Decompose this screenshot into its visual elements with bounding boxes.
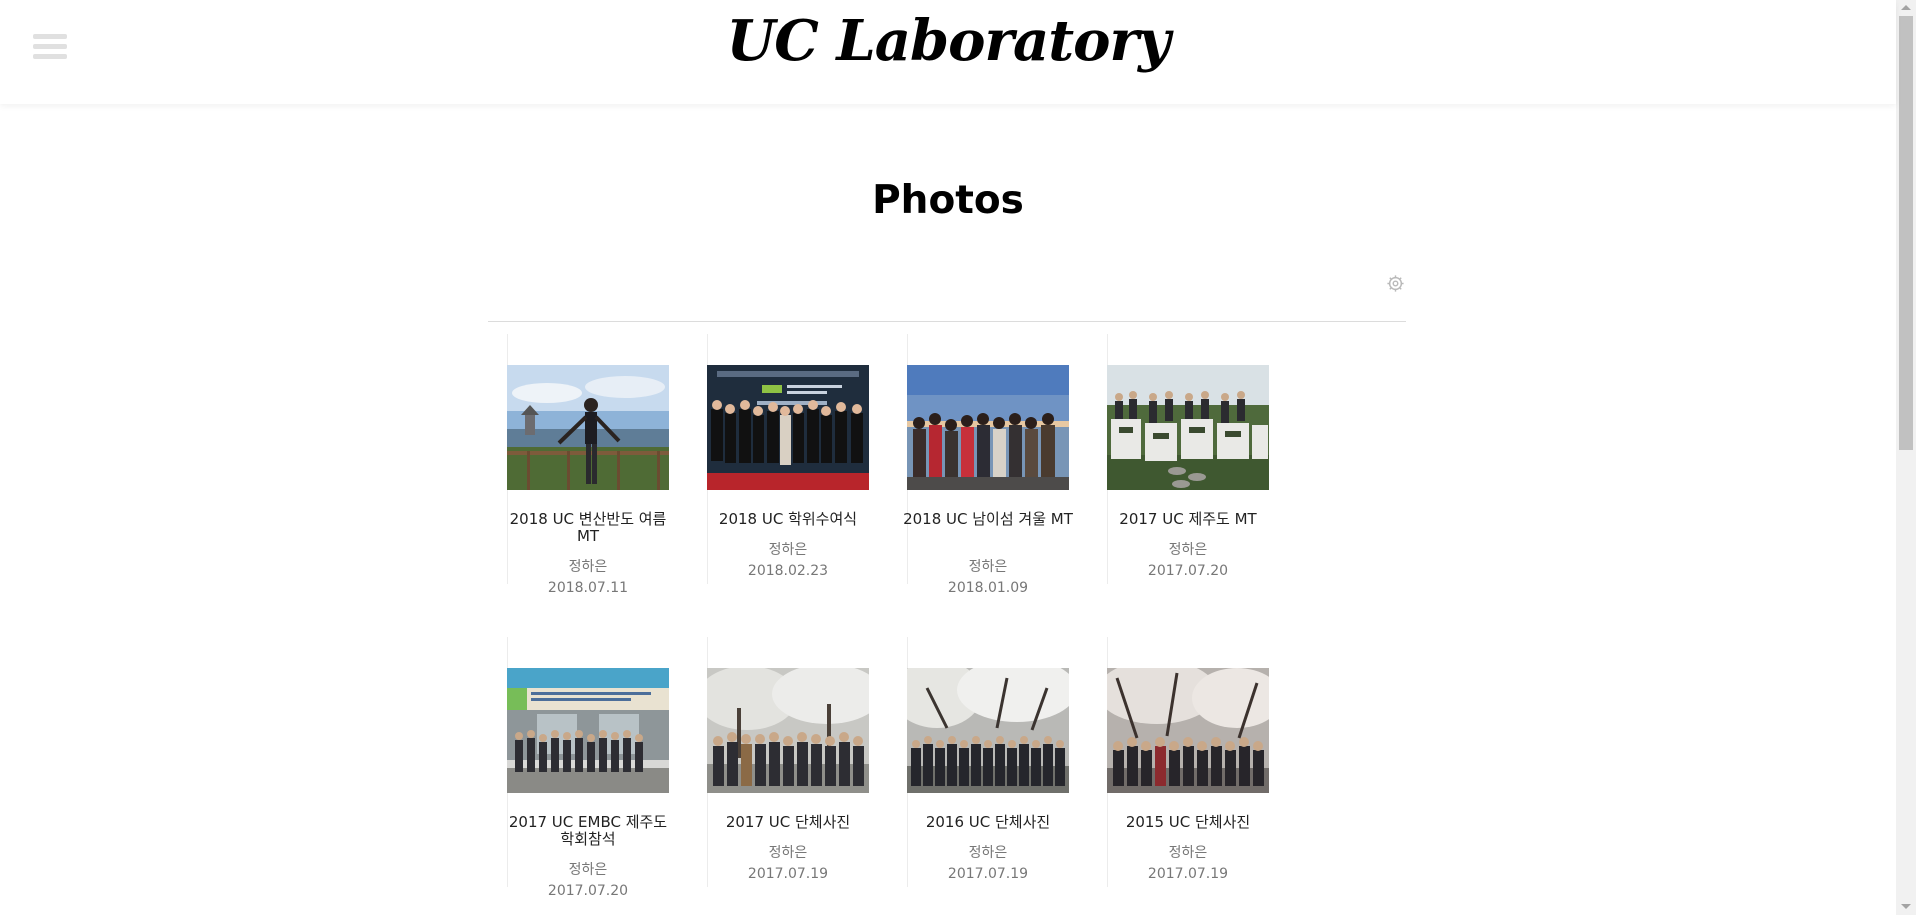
album-card: 2016 UC 단체사진 정하은 2017.07.19 [888,637,1088,917]
content-divider [488,321,1406,322]
site-header: UC Laboratory [0,0,1896,104]
group-by-lake-photo[interactable] [907,365,1069,490]
cherry-blossom-group-photo[interactable] [707,668,869,793]
album-author: 정하은 [968,559,1008,575]
cherry-blossom-group-photo[interactable] [907,668,1069,793]
scrollbar-thumb[interactable] [1899,16,1913,450]
album-date: 2018.07.11 [547,580,629,596]
album-card: 2018 UC 변산반도 여름 MT 정하은 2018.07.11 [488,334,688,614]
album-author: 정하은 [968,845,1008,861]
album-card: 2015 UC 단체사진 정하은 2017.07.19 [1088,637,1288,917]
graduation-group-photo[interactable] [707,365,869,490]
album-date: 2018.01.09 [947,580,1029,596]
gear-icon[interactable] [1386,274,1405,293]
conference-group-photo[interactable] [507,668,669,793]
scroll-down-arrow-icon[interactable] [1901,904,1911,909]
album-date: 2017.07.20 [547,883,629,899]
album-card: 2017 UC 제주도 MT 정하은 2017.07.20 [1088,334,1288,614]
album-card: 2017 UC 단체사진 정하은 2017.07.19 [688,637,888,917]
album-date: 2017.07.19 [1147,866,1229,882]
album-author: 정하은 [768,542,808,558]
album-title[interactable]: 2018 UC 학위수여식 [702,511,874,528]
scroll-up-arrow-icon[interactable] [1901,5,1911,10]
album-author: 정하은 [768,845,808,861]
page-title: Photos [872,178,1024,223]
album-title[interactable]: 2015 UC 단체사진 [1102,814,1274,831]
album-title[interactable]: 2017 UC EMBC 제주도 학회참석 [502,814,674,848]
album-card: 2018 UC 학위수여식 정하은 2018.02.23 [688,334,888,614]
album-author: 정하은 [1168,845,1208,861]
album-card: 2017 UC EMBC 제주도 학회참석 정하은 2017.07.20 [488,637,688,917]
album-title[interactable]: 2018 UC 변산반도 여름 MT [502,511,674,545]
album-author: 정하은 [568,559,608,575]
album-card: 2018 UC 남이섬 겨울 MT 정하은 2018.01.09 [888,334,1088,614]
album-title[interactable]: 2017 UC 제주도 MT [1102,511,1274,528]
group-on-letter-sign-photo[interactable] [1107,365,1269,490]
album-date: 2018.02.23 [747,563,829,579]
album-date: 2017.07.19 [947,866,1029,882]
person-on-railing-by-sea-photo[interactable] [507,365,669,490]
album-date: 2017.07.19 [747,866,829,882]
vertical-scrollbar[interactable] [1896,0,1916,915]
album-title[interactable]: 2017 UC 단체사진 [702,814,874,831]
album-date: 2017.07.20 [1147,563,1229,579]
album-title[interactable]: 2018 UC 남이섬 겨울 MT [902,511,1074,528]
album-author: 정하은 [1168,542,1208,558]
album-title[interactable]: 2016 UC 단체사진 [902,814,1074,831]
album-author: 정하은 [568,862,608,878]
site-logo[interactable]: UC Laboratory [0,8,1896,74]
cherry-blossom-group-photo[interactable] [1107,668,1269,793]
